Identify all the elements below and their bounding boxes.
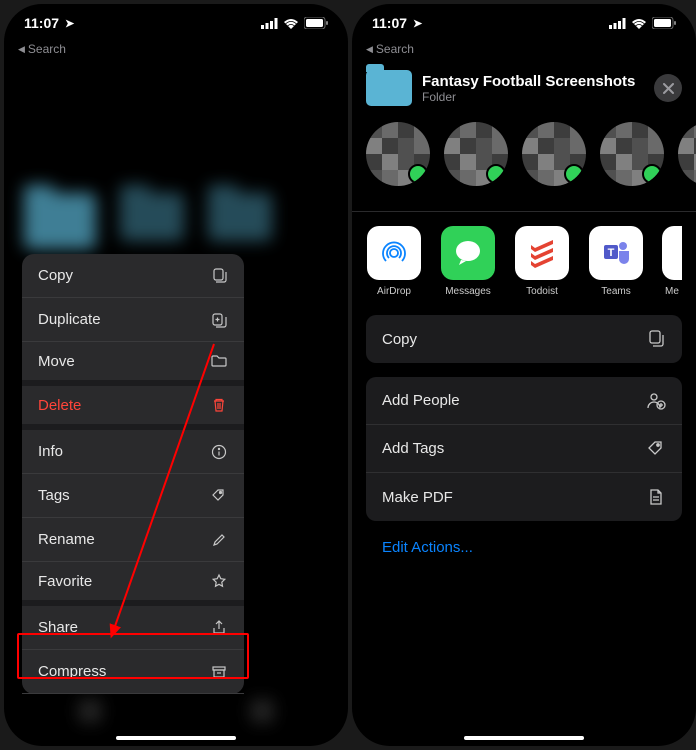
signal-icon — [609, 18, 626, 29]
app-label: Messages — [445, 286, 491, 297]
menu-delete[interactable]: Delete — [22, 386, 244, 430]
tag-icon — [210, 487, 228, 505]
folder-icon — [210, 352, 228, 370]
app-label: Me — [665, 286, 679, 297]
contacts-row[interactable] — [352, 122, 696, 212]
wifi-icon — [631, 18, 647, 29]
app-teams[interactable]: T Teams — [588, 226, 644, 297]
copy-icon — [210, 267, 228, 285]
menu-item-label: Delete — [38, 397, 81, 414]
action-make-pdf[interactable]: Make PDF — [366, 473, 682, 521]
todoist-icon — [515, 226, 569, 280]
menu-item-label: Favorite — [38, 573, 92, 590]
share-title: Fantasy Football Screenshots — [422, 73, 644, 90]
tag-icon — [646, 439, 666, 459]
app-label: Teams — [601, 286, 630, 297]
menu-tags[interactable]: Tags — [22, 474, 244, 518]
home-indicator[interactable] — [116, 736, 236, 740]
menu-compress[interactable]: Compress — [22, 650, 244, 694]
status-time: 11:07 — [24, 15, 59, 31]
app-label: AirDrop — [377, 286, 411, 297]
action-item-label: Make PDF — [382, 489, 453, 506]
person-add-icon — [646, 391, 666, 411]
action-item-label: Add Tags — [382, 440, 444, 457]
menu-move[interactable]: Move — [22, 342, 244, 386]
action-item-label: Copy — [382, 331, 417, 348]
back-to-search[interactable]: Search — [352, 42, 696, 56]
share-subtitle: Folder — [422, 90, 644, 104]
folder-thumbnail — [208, 193, 272, 241]
messages-icon — [441, 226, 495, 280]
apps-row[interactable]: AirDrop Messages Todoist T Teams Me — [352, 226, 696, 315]
duplicate-icon — [210, 311, 228, 329]
action-add-tags[interactable]: Add Tags — [366, 425, 682, 473]
edit-actions-link[interactable]: Edit Actions... — [352, 535, 696, 560]
app-messages[interactable]: Messages — [440, 226, 496, 297]
menu-item-label: Duplicate — [38, 311, 101, 328]
contact-avatar[interactable] — [366, 122, 430, 186]
wifi-icon — [283, 18, 299, 29]
actions-block-b: Add People Add Tags Make PDF — [366, 377, 682, 521]
star-icon — [210, 572, 228, 590]
app-more-icon — [662, 226, 682, 280]
trash-icon — [210, 396, 228, 414]
app-airdrop[interactable]: AirDrop — [366, 226, 422, 297]
svg-text:T: T — [608, 247, 615, 259]
doc-icon — [646, 487, 666, 507]
menu-duplicate[interactable]: Duplicate — [22, 298, 244, 342]
menu-item-label: Share — [38, 619, 78, 636]
folder-icon — [366, 70, 412, 106]
menu-share[interactable]: Share — [22, 606, 244, 650]
context-menu: Copy Duplicate Move Delete Info Tags Ren… — [22, 254, 244, 694]
info-icon — [210, 443, 228, 461]
signal-icon — [261, 18, 278, 29]
app-label: Todoist — [526, 286, 558, 297]
app-more[interactable]: Me — [662, 226, 682, 297]
pencil-icon — [210, 531, 228, 549]
menu-item-label: Rename — [38, 531, 95, 548]
location-arrow-icon: ➤ — [65, 17, 74, 30]
contact-avatar[interactable] — [678, 122, 696, 186]
battery-icon — [652, 17, 676, 29]
menu-item-label: Info — [38, 443, 63, 460]
battery-icon — [304, 17, 328, 29]
contact-avatar[interactable] — [444, 122, 508, 186]
phone-left: 11:07 ➤ Search — [4, 4, 348, 746]
location-arrow-icon: ➤ — [413, 17, 422, 30]
menu-item-label: Tags — [38, 487, 70, 504]
folder-thumbnail — [120, 193, 184, 241]
home-indicator[interactable] — [464, 736, 584, 740]
status-bar: 11:07 ➤ — [352, 4, 696, 42]
action-add-people[interactable]: Add People — [366, 377, 682, 425]
back-to-search[interactable]: Search — [4, 42, 348, 56]
contact-avatar[interactable] — [600, 122, 664, 186]
actions-block-a: Copy — [366, 315, 682, 363]
airdrop-icon — [367, 226, 421, 280]
status-bar: 11:07 ➤ — [4, 4, 348, 42]
menu-item-label: Copy — [38, 267, 73, 284]
menu-item-label: Move — [38, 353, 75, 370]
phone-right: 11:07 ➤ Search Fantasy Football Screensh… — [352, 4, 696, 746]
menu-copy[interactable]: Copy — [22, 254, 244, 298]
menu-item-label: Compress — [38, 663, 106, 680]
app-todoist[interactable]: Todoist — [514, 226, 570, 297]
contact-avatar[interactable] — [522, 122, 586, 186]
share-icon — [210, 619, 228, 637]
close-button[interactable] — [654, 74, 682, 102]
archive-icon — [210, 663, 228, 681]
menu-rename[interactable]: Rename — [22, 518, 244, 562]
share-sheet-header: Fantasy Football Screenshots Folder — [352, 56, 696, 122]
copy-icon — [646, 329, 666, 349]
teams-icon: T — [589, 226, 643, 280]
action-item-label: Add People — [382, 392, 460, 409]
menu-info[interactable]: Info — [22, 430, 244, 474]
action-copy[interactable]: Copy — [366, 315, 682, 363]
menu-favorite[interactable]: Favorite — [22, 562, 244, 606]
status-time: 11:07 — [372, 15, 407, 31]
folder-thumbnail — [24, 193, 96, 249]
